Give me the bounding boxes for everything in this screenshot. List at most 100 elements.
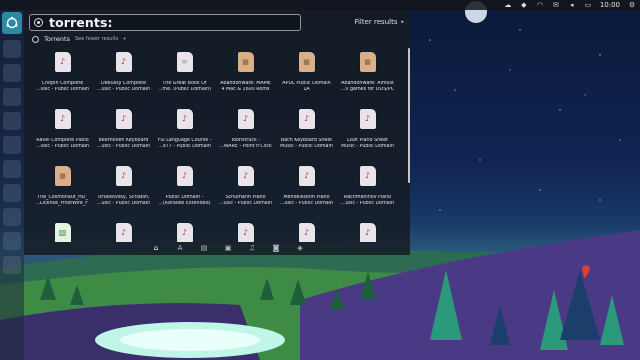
music-file-icon: ♪: [54, 52, 71, 72]
result-item[interactable]: ♪ Rachmaninov Piano ...usic - Public Domai…: [337, 166, 398, 223]
result-label: ...usic - Public Domain: [96, 201, 151, 206]
dash-home-button[interactable]: [2, 12, 22, 34]
result-item[interactable]: ▧: [32, 223, 93, 242]
result-item[interactable]: ♪ Public Domain - ...(Karaoke Extended): [154, 166, 215, 223]
launcher-app-2[interactable]: [3, 64, 21, 82]
result-item[interactable]: ▦ The_Cosmonaut_HD_ ..License_FrostWire_F: [32, 166, 93, 223]
result-item[interactable]: ♪ Mendelssohn Piano ...usic - Public Domai…: [276, 166, 337, 223]
top-panel: ☁ ◆ ◠ ✉ ◂ ▭ 10:00 ⚙: [0, 0, 640, 10]
result-item[interactable]: ♪: [215, 223, 276, 242]
music-file-icon: ♪: [359, 166, 376, 186]
result-label: ...usic - Public Domain: [279, 201, 334, 206]
music-file-icon: ♪: [176, 109, 193, 129]
archive-file-icon: ▦: [54, 166, 71, 186]
result-label: ..License_FrostWire_F: [36, 201, 89, 206]
mail-icon[interactable]: ✉: [552, 1, 560, 9]
music-file-icon: ♪: [176, 223, 193, 242]
music-file-icon: ♪: [54, 109, 71, 129]
launcher-app-10[interactable]: [3, 256, 21, 274]
chevron-right-icon: ▸: [401, 19, 404, 25]
result-label: ...usic - Public Domain: [218, 201, 273, 206]
applications-lens-icon[interactable]: A: [176, 244, 184, 252]
launcher-app-8[interactable]: [3, 208, 21, 226]
spreadsheet-file-icon: ▧: [54, 223, 71, 242]
result-label: ...usic - Public Domain: [96, 144, 151, 149]
search-query[interactable]: torrents:: [49, 15, 113, 30]
launcher-app-6[interactable]: [3, 160, 21, 178]
music-file-icon: ♪: [237, 166, 254, 186]
result-item[interactable]: ♪: [337, 223, 398, 242]
weather-icon[interactable]: ☁: [504, 1, 512, 9]
music-file-icon: ♪: [115, 223, 132, 242]
music-file-icon: ♪: [298, 223, 315, 242]
results-scrollbar[interactable]: [408, 48, 410, 183]
wifi-icon[interactable]: ◠: [536, 1, 544, 9]
result-item[interactable]: ♪ Chopin Complete ...usic - Public Domain: [32, 52, 93, 109]
section-title: Torrents: [44, 35, 70, 43]
launcher-app-7[interactable]: [3, 184, 21, 202]
filter-results-label: Filter results: [354, 18, 398, 26]
chevron-down-icon[interactable]: ▾: [123, 37, 125, 42]
result-item[interactable]: ≡ The Great Book Of ...me. (Public Domain): [154, 52, 215, 109]
result-item[interactable]: ▦ Abandonware: MAME 4 Mac & 1600 Roms: [215, 52, 276, 109]
results-grid: ♪ Chopin Complete ...usic - Public Domain ♪…: [32, 52, 402, 242]
result-item[interactable]: ▦ APDL Public Domain 1A: [276, 52, 337, 109]
result-item[interactable]: ♪: [93, 223, 154, 242]
result-item[interactable]: ♪: [276, 223, 337, 242]
result-item[interactable]: ♪ Schumann Piano ...usic - Public Domain: [215, 166, 276, 223]
settings-icon[interactable]: ⚙: [628, 1, 636, 9]
result-label: Music - Public Domain: [341, 144, 394, 149]
dropbox-icon[interactable]: ◆: [520, 1, 528, 9]
result-item[interactable]: ♪ Bach Keyboard Sheet Music - Public Domai…: [276, 109, 337, 166]
launcher-app-3[interactable]: [3, 88, 21, 106]
result-label: 1A: [303, 87, 310, 92]
launcher-app-9[interactable]: [3, 232, 21, 250]
torrents-section-header: Torrents See fewer results ▾: [32, 34, 126, 44]
music-file-icon: ♪: [359, 223, 376, 242]
archive-file-icon: ▦: [298, 52, 315, 72]
result-label: ...usic - Public Domain: [35, 144, 90, 149]
social-lens-icon[interactable]: ◈: [296, 244, 304, 252]
music-file-icon: ♪: [298, 166, 315, 186]
result-item[interactable]: ♪ FSI Language Course - ...977 - Public Do…: [154, 109, 215, 166]
launcher-app-5[interactable]: [3, 136, 21, 154]
music-file-icon: ♪: [237, 109, 254, 129]
see-fewer-results-link[interactable]: See fewer results: [75, 36, 118, 42]
result-item[interactable]: ♪ Tchaikovsky, Scriabin, ...usic - Public …: [93, 166, 154, 223]
result-item[interactable]: ▦ Abandonware: Almost ...0 games for DOS/P…: [337, 52, 398, 109]
torrents-scope-icon: [32, 35, 39, 43]
ubuntu-logo-icon: [6, 16, 18, 29]
result-item[interactable]: ♪ Beethoven Keyboard ...usic - Public Doma…: [93, 109, 154, 166]
result-label: ...usic - Public Domain: [35, 87, 90, 92]
result-item[interactable]: ♪: [154, 223, 215, 242]
system-tray: ☁ ◆ ◠ ✉ ◂ ▭ 10:00 ⚙: [504, 0, 636, 10]
volume-icon[interactable]: ◂: [568, 1, 576, 9]
result-item[interactable]: ♪ Liszt Piano Sheet Music - Public Domain: [337, 109, 398, 166]
result-item[interactable]: ♪ Ravel Complete Piano ...usic - Public Do…: [32, 109, 93, 166]
music-file-icon: ♪: [115, 166, 132, 186]
photos-lens-icon[interactable]: ◙: [272, 244, 280, 252]
video-lens-icon[interactable]: ▣: [224, 244, 232, 252]
music-lens-icon[interactable]: ♫: [248, 244, 256, 252]
filter-results-button[interactable]: Filter results ▸: [354, 18, 404, 26]
archive-file-icon: ▦: [359, 52, 376, 72]
result-label: ...977 - Public Domain: [158, 144, 211, 149]
result-item[interactable]: ♪ Toonstruck - ...WARE - Point'n'Click: [215, 109, 276, 166]
lens-bar: ⌂ A ▤ ▣ ♫ ◙ ◈: [152, 243, 304, 253]
music-file-icon: ♪: [115, 109, 132, 129]
home-lens-icon[interactable]: ⌂: [152, 244, 160, 252]
result-item[interactable]: ♪ Debussy Complete ...usic - Public Domain: [93, 52, 154, 109]
search-icon: [34, 18, 43, 27]
text-file-icon: ≡: [176, 52, 193, 72]
result-label: Music - Public Domain: [280, 144, 333, 149]
result-label: ...me. (Public Domain): [157, 87, 212, 92]
dash-overlay: torrents: Filter results ▸ Torrents See …: [24, 10, 410, 255]
result-label: ...WARE - Point'n'Click: [219, 144, 272, 149]
launcher-app-1[interactable]: [3, 40, 21, 58]
files-lens-icon[interactable]: ▤: [200, 244, 208, 252]
result-label: 4 Mac & 1600 Roms: [221, 87, 270, 92]
launcher-app-4[interactable]: [3, 112, 21, 130]
search-input[interactable]: torrents:: [29, 14, 301, 31]
battery-icon[interactable]: ▭: [584, 1, 592, 9]
clock[interactable]: 10:00: [600, 1, 620, 9]
